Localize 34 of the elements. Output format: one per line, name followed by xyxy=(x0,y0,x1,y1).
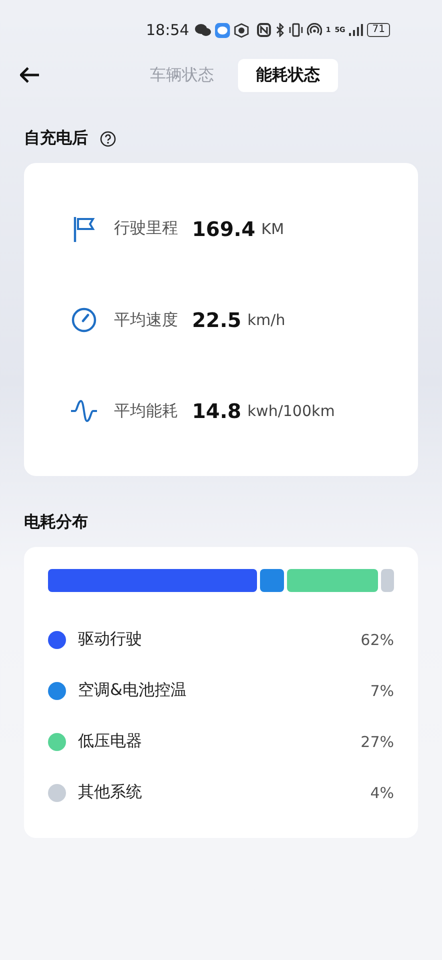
help-icon[interactable] xyxy=(100,130,116,146)
bluetooth-icon xyxy=(274,23,285,37)
stat-value: 14.8 xyxy=(192,399,242,424)
tab[interactable]: 能耗状态 xyxy=(238,58,338,92)
stat-label: 平均能耗 xyxy=(114,400,178,422)
nfc-icon xyxy=(257,23,271,37)
stat-label: 行驶里程 xyxy=(114,218,178,240)
legend-percent: 27% xyxy=(360,732,394,750)
wave-icon xyxy=(70,399,98,424)
gauge-icon xyxy=(70,307,98,334)
section-title: 自充电后 xyxy=(24,128,88,149)
section-title: 电耗分布 xyxy=(24,512,88,533)
hotspot-icon xyxy=(306,23,322,37)
stat-unit: kwh/100km xyxy=(247,402,335,420)
stat-label: 平均速度 xyxy=(114,310,178,331)
legend-percent: 4% xyxy=(370,784,394,802)
stat-value: 22.5 xyxy=(192,308,242,332)
signal-icon xyxy=(349,24,364,36)
shield-icon xyxy=(234,22,250,38)
legend-percent: 7% xyxy=(370,682,394,700)
stat-value: 169.4 xyxy=(192,216,256,241)
chat-icon xyxy=(195,23,212,37)
legend-label: 其他系统 xyxy=(78,782,143,803)
legend-percent: 62% xyxy=(360,630,394,648)
vibrate-icon xyxy=(288,23,303,37)
battery-level: 71 xyxy=(367,23,390,37)
legend-label: 空调&电池控温 xyxy=(78,680,188,701)
legend-label: 驱动行驶 xyxy=(78,629,143,650)
stat-unit: km/h xyxy=(247,311,286,330)
status-time: 18:54 xyxy=(146,21,190,39)
stat-unit: KM xyxy=(261,220,284,238)
legend-label: 低压电器 xyxy=(78,731,143,752)
message-icon xyxy=(215,22,230,38)
back-arrow-icon[interactable] xyxy=(20,67,40,83)
